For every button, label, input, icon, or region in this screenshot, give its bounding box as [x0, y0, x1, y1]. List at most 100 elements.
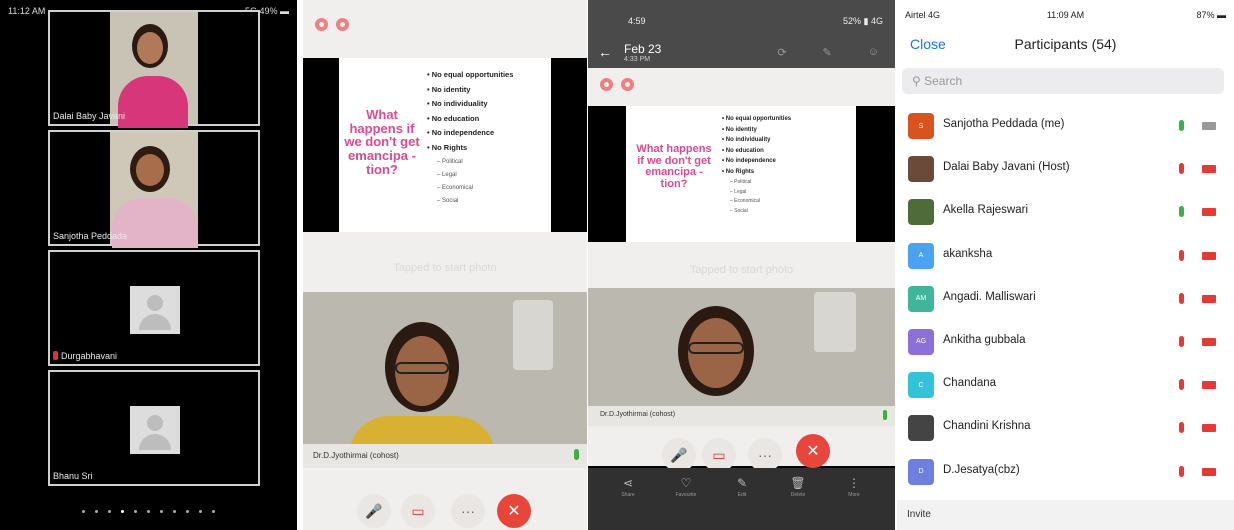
list-item[interactable]: Chandini Krishna — [897, 406, 1234, 449]
participant-name: D.Jesatya(cbz) — [943, 463, 1020, 476]
slide-sub-bullets: Political Legal Economical Social — [730, 178, 760, 216]
video-off-icon: ▭ — [411, 502, 425, 519]
mic-on-icon — [574, 449, 579, 460]
list-item[interactable]: Dalai Baby Javani (Host) — [897, 147, 1234, 190]
header-actions: ⟳ ✎ ☺ — [777, 46, 879, 59]
avatar — [908, 156, 934, 183]
slide-bullets: No equal opportunities No identity No in… — [722, 114, 791, 177]
mute-button[interactable]: 🎤 — [357, 494, 391, 528]
favourite-label: Favourite — [675, 492, 697, 498]
video-off-icon[interactable] — [1202, 165, 1216, 174]
avatar: AM — [908, 285, 934, 312]
slide-sub-bullets: Political Legal Economical Social — [437, 156, 473, 208]
favourite-button[interactable]: ♡ Favourite — [666, 476, 706, 498]
rotate-icon[interactable]: ⟳ — [777, 46, 786, 59]
stop-share-icon[interactable] — [315, 18, 328, 31]
speaker-video[interactable] — [303, 292, 587, 444]
edit-label: Edit — [737, 492, 747, 498]
mic-muted-icon[interactable] — [1179, 379, 1184, 391]
gallery-view-panel: 11:12 AM 5G 49% ▬ Dalai Baby Javani Sanj… — [0, 0, 297, 530]
page-indicator[interactable] — [0, 510, 297, 513]
annotation-controls — [600, 78, 634, 91]
mic-on-icon[interactable] — [1179, 206, 1184, 218]
trash-icon: 🗑 — [790, 476, 806, 490]
edit-button[interactable]: ✎ Edit — [722, 476, 762, 498]
mic-on-icon[interactable] — [1179, 120, 1184, 131]
status-time: 4:59 — [628, 16, 646, 26]
video-off-icon[interactable] — [1202, 467, 1216, 476]
video-tile[interactable]: Durgabhavani — [48, 250, 260, 366]
close-button[interactable]: Close — [910, 36, 946, 52]
person-icon[interactable]: ☺ — [868, 46, 879, 59]
video-off-icon[interactable] — [1202, 294, 1216, 303]
participant-name: Dalai Baby Javani (Host) — [943, 161, 1070, 174]
video-off-icon[interactable] — [1202, 122, 1216, 130]
photo-date-text: Feb 23 — [624, 42, 662, 56]
page-title: Participants (54) — [1014, 36, 1117, 52]
video-tile[interactable]: Bhanu Sri — [48, 370, 260, 486]
mic-muted-icon[interactable] — [1179, 465, 1184, 477]
mic-muted-icon[interactable] — [1179, 163, 1184, 175]
mic-muted-icon: 🎤 — [670, 446, 688, 463]
list-item[interactable]: S Sanjotha Peddada (me) — [897, 104, 1234, 147]
list-item[interactable]: C Chandana — [897, 363, 1234, 406]
search-input[interactable]: ⚲ Search — [902, 68, 1224, 94]
participant-name: Chandini Krishna — [943, 420, 1031, 433]
video-tile[interactable]: Dalai Baby Javani — [48, 10, 260, 128]
video-off-icon[interactable] — [1202, 251, 1216, 260]
mic-muted-icon[interactable] — [1179, 422, 1184, 434]
share-label: Share — [621, 492, 635, 498]
video-off-icon[interactable] — [1202, 381, 1216, 390]
video-off-icon[interactable] — [1202, 424, 1216, 433]
mic-on-icon — [883, 410, 887, 420]
invite-button[interactable]: Invite — [907, 509, 931, 520]
mute-button: 🎤 — [662, 438, 696, 472]
video-tile[interactable]: Sanjotha Peddada — [48, 130, 260, 248]
back-arrow-icon[interactable]: ← — [598, 44, 612, 60]
shared-screen-panel: What happens if we don't get emancipa -t… — [303, 0, 587, 530]
tap-hint: Tapped to start photo — [393, 262, 497, 274]
speaker-video — [588, 288, 895, 406]
mic-muted-icon[interactable] — [1179, 292, 1184, 304]
list-item[interactable]: AG Ankitha gubbala — [897, 320, 1234, 363]
viewer-bottom-nav: ⋖ Share ♡ Favourite ✎ Edit 🗑 Delete ⋮ More — [588, 468, 895, 530]
avatar — [908, 415, 934, 442]
video-button[interactable]: ▭ — [401, 494, 435, 528]
delete-button[interactable]: 🗑 Delete — [778, 476, 818, 498]
photo-time-text: 4:33 PM — [624, 56, 651, 63]
speaker-name: Dr.D.Jyothirmai (cohost) — [313, 451, 399, 460]
share-button[interactable]: ⋖ Share — [608, 476, 648, 498]
shared-content: What happens if we don't get emancipa -t… — [588, 106, 895, 242]
more-button[interactable]: ··· — [451, 494, 485, 528]
edit-icon[interactable]: ✎ — [823, 46, 832, 59]
photo-viewer-panel: 4:59 52% ▮ 4G ← Feb 23 4:33 PM ⟳ ✎ ☺ Wha… — [588, 0, 895, 530]
list-item[interactable]: Akella Rajeswari — [897, 190, 1234, 233]
leave-button[interactable]: ✕ — [497, 494, 531, 528]
video-off-icon[interactable] — [1202, 337, 1216, 346]
photo-content: What happens if we don't get emancipa -t… — [588, 68, 895, 472]
avatar: D — [908, 458, 934, 485]
avatar: S — [908, 113, 934, 139]
mic-muted-icon: 🎤 — [365, 502, 383, 519]
participant-name: Sanjotha Peddada (me) — [943, 118, 1065, 130]
battery: 87% ▬ — [1196, 10, 1226, 20]
participant-name: akanksha — [943, 247, 993, 260]
invite-bar: Invite — [897, 500, 1234, 530]
slide-question: What happens if we don't get emancipa -t… — [636, 143, 712, 190]
speaker-name-bar: Dr.D.Jyothirmai (cohost) — [303, 444, 587, 468]
list-item[interactable]: D D.Jesatya(cbz) — [897, 450, 1234, 493]
participant-name: Akella Rajeswari — [943, 204, 1029, 217]
participant-name: Angadi. Malliswari — [943, 290, 1036, 303]
mic-muted-icon[interactable] — [1179, 335, 1184, 347]
more-label: More — [848, 492, 860, 498]
list-item[interactable]: AM Angadi. Malliswari — [897, 277, 1234, 320]
participant-name: Ankitha gubbala — [943, 333, 1026, 346]
avatar: C — [908, 372, 934, 399]
slide-question: What happens if we don't get emancipa -t… — [344, 107, 420, 177]
annotate-icon[interactable] — [336, 18, 349, 31]
list-item[interactable]: A akanksha — [897, 234, 1234, 277]
video-off-icon[interactable] — [1202, 208, 1216, 217]
mic-muted-icon[interactable] — [1179, 249, 1184, 261]
more-menu-button[interactable]: ⋮ More — [834, 476, 874, 498]
video-button: ▭ — [702, 438, 736, 472]
